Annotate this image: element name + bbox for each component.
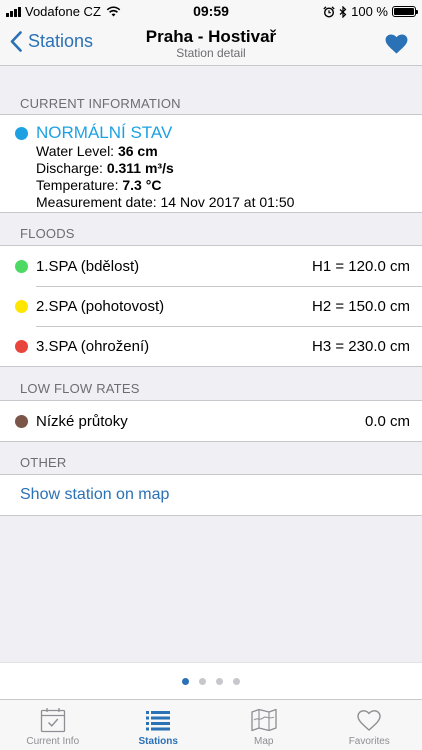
tab-label: Map: [254, 736, 274, 747]
discharge: Discharge: 0.311 m³/s: [36, 160, 174, 176]
heart-outline-icon: [357, 710, 381, 731]
temperature: Temperature: 7.3 °C: [36, 177, 162, 193]
page-indicator: [0, 662, 422, 699]
flood-label: 1.SPA (bdělost): [36, 257, 140, 275]
current-status-row: NORMÁLNÍ STAV Water Level: 36 cm Dischar…: [0, 115, 422, 219]
water-level: Water Level: 36 cm: [36, 143, 158, 159]
calendar-check-icon: [40, 708, 65, 733]
tab-label: Favorites: [348, 736, 390, 747]
flood-row-2: 2.SPA (pohotovost) H2 = 150.0 cm: [0, 286, 422, 326]
list-icon: [146, 711, 171, 731]
bluetooth-icon: [339, 5, 347, 18]
current-info-group: NORMÁLNÍ STAV Water Level: 36 cm Dischar…: [0, 114, 422, 213]
page-subtitle: Station detail: [176, 46, 246, 60]
discharge-value: 0.311 m³/s: [106, 160, 174, 176]
status-title: NORMÁLNÍ STAV: [36, 123, 173, 142]
status-dot: [15, 127, 28, 140]
status-bar: Vodafone CZ 09:59 100 %: [0, 0, 422, 22]
measurement-date: Measurement date: 14 Nov 2017 at 01:50: [36, 194, 295, 210]
page-dot-3[interactable]: [216, 677, 223, 685]
battery-icon: [392, 6, 418, 17]
flood-value: H2 = 150.0 cm: [312, 297, 410, 315]
section-header-other: OTHER: [20, 455, 67, 470]
section-header-current: CURRENT INFORMATION: [20, 96, 181, 111]
low-flow-label: Nízké průtoky: [36, 412, 128, 430]
section-header-floods: FLOODS: [20, 226, 75, 241]
show-on-map-link[interactable]: Show station on map: [0, 475, 422, 515]
flood-level-2-dot: [15, 299, 28, 313]
flood-label: 2.SPA (pohotovost): [36, 297, 165, 315]
tab-bar: Current Info Stations Map Favorites: [0, 699, 422, 750]
page-title: Praha - Hostivař: [145, 27, 277, 46]
favorite-button[interactable]: [385, 34, 408, 59]
flood-label: 3.SPA (ohrožení): [36, 337, 150, 355]
tab-stations[interactable]: Stations: [106, 700, 212, 750]
alarm-clock-icon: [323, 5, 335, 18]
tab-favorites[interactable]: Favorites: [317, 700, 422, 750]
temperature-value: 7.3 °C: [122, 177, 162, 193]
tab-map[interactable]: Map: [211, 700, 317, 750]
other-group: Show station on map: [0, 474, 422, 516]
flood-level-1-dot: [15, 259, 28, 273]
tab-label: Current Info: [26, 736, 80, 747]
low-flow-group: Nízké průtoky 0.0 cm: [0, 400, 422, 442]
tab-current-info[interactable]: Current Info: [0, 700, 106, 750]
low-flow-value: 0.0 cm: [364, 412, 410, 430]
battery-percent: 100 %: [351, 4, 388, 19]
low-flow-row: Nízké průtoky 0.0 cm: [0, 401, 422, 441]
flood-value: H1 = 120.0 cm: [312, 257, 410, 275]
page-dot-4[interactable]: [233, 677, 240, 685]
heart-icon: [385, 34, 408, 54]
navigation-bar: Stations Praha - Hostivař Station detail: [0, 22, 422, 66]
flood-value: H3 = 230.0 cm: [312, 337, 410, 355]
map-icon: [251, 708, 277, 732]
tab-label: Stations: [138, 736, 178, 747]
page-dot-2[interactable]: [199, 677, 206, 685]
flood-row-1: 1.SPA (bdělost) H1 = 120.0 cm: [0, 246, 422, 286]
page-dot-1[interactable]: [182, 677, 189, 685]
floods-group: 1.SPA (bdělost) H1 = 120.0 cm 2.SPA (poh…: [0, 245, 422, 367]
flood-row-3: 3.SPA (ohrožení) H3 = 230.0 cm: [0, 326, 422, 366]
flood-level-3-dot: [15, 339, 28, 353]
section-header-low-flow: LOW FLOW RATES: [20, 381, 140, 396]
low-flow-dot: [15, 414, 28, 428]
water-level-value: 36 cm: [117, 143, 158, 159]
